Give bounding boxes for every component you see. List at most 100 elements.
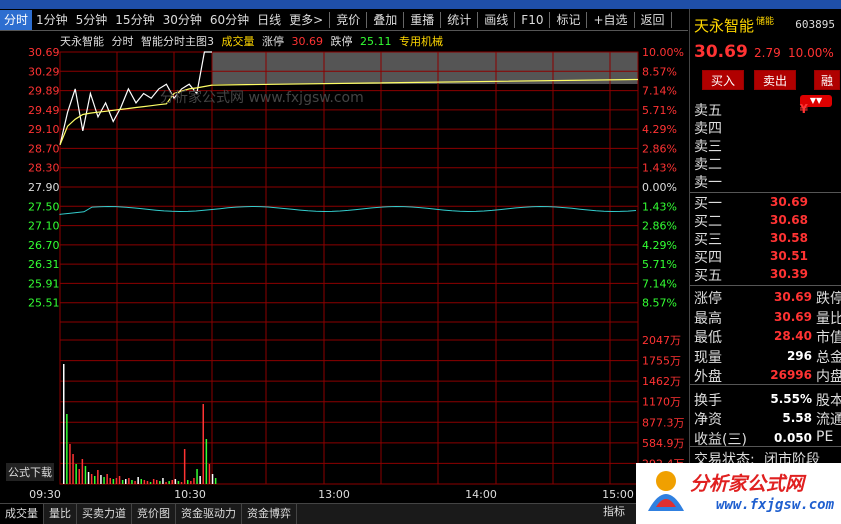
ask-price: ¥ <box>799 102 808 116</box>
indicator-tab-0[interactable]: 成交量 <box>0 504 44 524</box>
quote-stock-name: 天永智能 <box>694 17 755 35</box>
stat-right-label: 量比 <box>816 310 841 327</box>
volume-bar <box>106 474 108 484</box>
volume-bar <box>162 478 164 484</box>
ask-label: 卖三 <box>694 139 722 155</box>
bid-label: 买一 <box>694 196 722 212</box>
toolbar-divider <box>403 11 405 28</box>
toolbar-action-3[interactable]: 统计 <box>443 10 475 30</box>
bid-price: 30.39 <box>770 267 808 281</box>
ask-label: 卖一 <box>694 175 722 191</box>
price-axis-label: 28.30 <box>28 162 60 175</box>
pct-axis-label: 2.86% <box>642 142 677 155</box>
volume-bar <box>208 464 211 484</box>
toolbar-divider <box>329 11 331 28</box>
pct-axis-label: 1.43% <box>642 200 677 213</box>
toolbar-action-5[interactable]: F10 <box>517 10 547 30</box>
volume-bar <box>146 481 149 484</box>
period-tab-3[interactable]: 15分钟 <box>111 10 158 30</box>
price-axis-label: 27.50 <box>28 200 60 213</box>
bid-row: 买三 30.58 <box>694 229 838 248</box>
volume-bar <box>177 481 180 484</box>
bid-price: 30.51 <box>770 249 808 263</box>
bottom-indicator-label[interactable]: 指标 <box>603 503 633 524</box>
volume-bar <box>193 478 195 484</box>
period-tab-6[interactable]: 日线 <box>253 10 285 30</box>
bid-price: 30.68 <box>770 213 808 227</box>
stat-value: 26996 <box>770 368 812 382</box>
watermark-text: 分析家公式网 www.fxjgsw.com <box>160 89 364 106</box>
period-tab-2[interactable]: 5分钟 <box>72 10 112 30</box>
stat-value: 5.55% <box>770 391 812 406</box>
price-axis-label: 30.29 <box>28 65 60 78</box>
bid-row: 买一 30.69 <box>694 193 838 212</box>
ask-row: 卖一 <box>694 172 838 191</box>
indicator-tab-1[interactable]: 量比 <box>44 504 77 524</box>
volume-bar <box>159 481 161 484</box>
pct-axis-label: 1.43% <box>642 162 677 175</box>
stat-label: 换手 <box>694 392 722 409</box>
legend-stock-name: 天永智能 <box>60 35 104 48</box>
logo-text: 分析家公式网 <box>690 473 805 495</box>
volume-axis-label: 1462万 <box>642 375 681 388</box>
buy-button[interactable]: 买入 <box>702 70 744 90</box>
stat-label: 外盘 <box>694 369 722 385</box>
bid-label: 买五 <box>694 268 722 284</box>
bid-label: 买二 <box>694 214 722 230</box>
logo-mark-icon <box>648 471 684 511</box>
sell-button[interactable]: 卖出 <box>754 70 796 90</box>
time-axis-label: 13:00 <box>318 488 350 501</box>
legend-down-label: 跌停 <box>330 35 353 48</box>
period-tab-1[interactable]: 1分钟 <box>32 10 72 30</box>
period-tab-0[interactable]: 分时 <box>0 9 33 30</box>
volume-bar <box>128 478 130 484</box>
volume-bar <box>121 480 124 484</box>
stat-value: 30.69 <box>774 309 812 324</box>
chart-frame <box>59 51 639 485</box>
bid-price: 30.69 <box>770 195 808 209</box>
volume-bar <box>214 478 217 484</box>
quote-price: 30.69 <box>694 42 748 62</box>
period-tab-7[interactable]: 更多> <box>285 10 327 30</box>
toolbar-action-0[interactable]: 竞价 <box>332 10 364 30</box>
toolbar-action-7[interactable]: +自选 <box>589 10 631 30</box>
volume-bar <box>156 480 158 484</box>
ask-row: 卖三 <box>694 136 838 155</box>
indicator-tab-5[interactable]: 资金博弈 <box>242 504 297 524</box>
time-axis-label: 14:00 <box>465 488 497 501</box>
stat-right-label: 跌停 <box>816 291 841 307</box>
period-tab-5[interactable]: 60分钟 <box>206 10 253 30</box>
toolbar-action-4[interactable]: 画线 <box>480 10 512 30</box>
toolbar-divider <box>633 11 635 28</box>
stat-row: 最高 30.69 量比 <box>694 308 841 327</box>
price-axis-label: 30.69 <box>28 46 60 59</box>
price-axis-label: 29.10 <box>28 123 60 136</box>
volume-bar <box>196 469 198 484</box>
indicator-tab-4[interactable]: 资金驱动力 <box>176 504 242 524</box>
legend-indicator[interactable]: 智能分时主图3 <box>141 35 214 48</box>
toolbar-action-2[interactable]: 重播 <box>406 10 438 30</box>
stat-label: 净资 <box>694 412 722 428</box>
volume-axis-label: 1755万 <box>642 355 681 368</box>
volume-bar <box>81 459 84 484</box>
period-toolbar: 分时 1分钟 5分钟 15分钟 30分钟 60分钟 日线 更多> 竞价 叠加 重播 统计 画线 F10 标记… <box>0 9 688 31</box>
ask-label: 卖五 <box>694 103 722 119</box>
toolbar-action-1[interactable]: 叠加 <box>369 10 401 30</box>
volume-bar <box>168 481 170 484</box>
ask-label: 卖二 <box>694 157 722 173</box>
stat-row: 净资 5.58 流通 <box>694 409 841 428</box>
toolbar-action-8[interactable]: 返回 <box>637 10 669 30</box>
indicator-tab-3[interactable]: 竞价图 <box>132 504 176 524</box>
period-tab-4[interactable]: 30分钟 <box>159 10 206 30</box>
price-axis-label: 29.89 <box>28 85 60 98</box>
intraday-chart[interactable]: 30.69 30.29 29.89 29.49 29.10 28.70 28.30 27.90… <box>0 32 688 502</box>
margin-button[interactable]: 融 <box>814 70 840 90</box>
formula-download-label[interactable]: 公式下载 <box>6 463 54 481</box>
indicator-tab-2[interactable]: 买卖力道 <box>77 504 132 524</box>
volume-bar <box>112 479 115 484</box>
volume-bar <box>180 482 183 484</box>
toolbar-action-6[interactable]: 标记 <box>552 10 584 30</box>
volume-axis-label: 1170万 <box>642 396 681 409</box>
pct-axis-label: 8.57% <box>642 297 677 310</box>
legend-up-value: 30.69 <box>291 35 324 48</box>
